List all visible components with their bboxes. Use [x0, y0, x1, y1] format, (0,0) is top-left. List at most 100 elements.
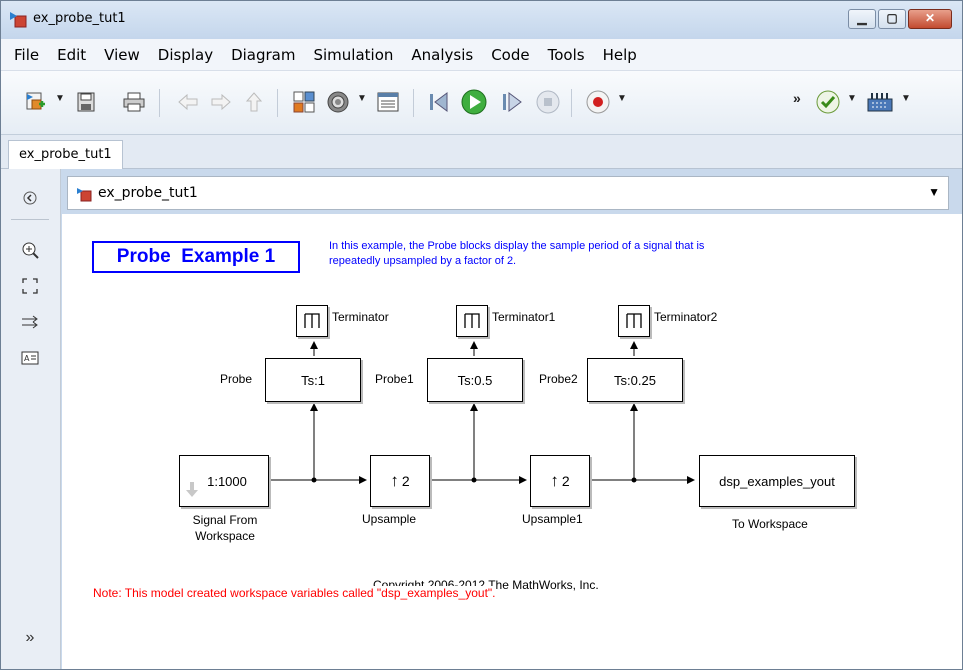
model-settings-button[interactable]	[323, 87, 353, 117]
library-browser-button[interactable]	[289, 87, 319, 117]
menu-analysis[interactable]: Analysis	[402, 46, 482, 64]
close-button[interactable]: ✕	[908, 9, 952, 29]
arrow-up-icon	[245, 92, 263, 112]
step-back-button[interactable]	[425, 87, 455, 117]
step-back-icon	[430, 92, 448, 112]
record-button[interactable]	[583, 87, 613, 117]
fit-to-view-icon	[22, 278, 38, 294]
probe1-label: Probe1	[375, 372, 414, 386]
back-button[interactable]	[173, 87, 203, 117]
maximize-button[interactable]: ▢	[878, 9, 906, 29]
to-workspace-block[interactable]: dsp_examples_yout	[699, 455, 855, 507]
simulink-model-icon	[77, 188, 92, 202]
toolbar-overflow-button[interactable]: »	[793, 90, 801, 106]
terminator1-block[interactable]	[456, 305, 488, 337]
terminator2-block[interactable]	[618, 305, 650, 337]
expand-palette-button[interactable]: »	[19, 627, 41, 649]
description-line-2: repeatedly upsampled by a factor of 2.	[329, 255, 517, 267]
probe1-block[interactable]: Ts:0.5	[427, 358, 523, 402]
terminator2-label: Terminator2	[654, 310, 718, 324]
to-workspace-value: dsp_examples_yout	[719, 473, 835, 489]
chevron-down-icon[interactable]: ▼	[617, 93, 627, 104]
upsample-block[interactable]: ↑ 2	[370, 455, 430, 507]
model-breadcrumb[interactable]: ex_probe_tut1 ▼	[67, 176, 949, 210]
chevron-down-icon[interactable]: ▼	[928, 185, 940, 199]
arrow-down-icon	[186, 482, 198, 497]
probe-value: Ts:1	[301, 372, 325, 388]
zoom-in-icon	[22, 242, 39, 259]
close-icon: ✕	[924, 11, 936, 25]
new-model-button[interactable]	[21, 87, 51, 117]
probe2-block[interactable]: Ts:0.25	[587, 358, 683, 402]
build-icon	[867, 93, 893, 112]
up-button[interactable]	[239, 87, 269, 117]
menu-edit[interactable]: Edit	[48, 46, 95, 64]
zoom-button[interactable]	[19, 239, 41, 261]
tab-ex-probe-tut1[interactable]: ex_probe_tut1	[8, 140, 123, 169]
arrow-left-icon	[178, 93, 198, 111]
model-canvas[interactable]: Probe Example 1 In this example, the Pro…	[62, 214, 962, 669]
model-advisor-button[interactable]	[813, 87, 843, 117]
terminator-block[interactable]	[296, 305, 328, 337]
signal-from-workspace-block[interactable]: 1:1000	[179, 455, 269, 507]
up-arrow-icon: ↑	[390, 471, 399, 490]
description-line-1: In this example, the Probe blocks displa…	[329, 240, 705, 252]
source-value: 1:1000	[207, 473, 247, 489]
probe2-value: Ts:0.25	[614, 372, 656, 388]
upsample-label: Upsample	[362, 512, 417, 526]
route-lines-button[interactable]	[19, 311, 41, 333]
annotation-button[interactable]: A	[19, 347, 41, 369]
menu-view[interactable]: View	[95, 46, 149, 64]
toolbar: ▼ ▼ ▼ » ▼ ▼	[1, 71, 962, 135]
check-circle-icon	[816, 90, 840, 114]
source-label-line-2: Workspace	[195, 529, 255, 543]
stop-button[interactable]	[533, 87, 563, 117]
library-browser-icon	[293, 91, 315, 113]
left-palette: A »	[1, 169, 61, 669]
new-model-icon	[26, 92, 45, 110]
step-forward-icon	[503, 92, 522, 112]
record-icon	[586, 90, 610, 114]
save-button[interactable]	[71, 87, 101, 117]
probe-label: Probe	[220, 372, 253, 386]
tab-bar: ex_probe_tut1	[1, 135, 962, 169]
forward-button[interactable]	[206, 87, 236, 117]
menu-simulation[interactable]: Simulation	[304, 46, 402, 64]
maximize-icon: ▢	[886, 11, 898, 25]
print-button[interactable]	[119, 87, 149, 117]
upsample-factor: 2	[401, 473, 410, 489]
minimize-icon: ▁	[857, 11, 867, 25]
breadcrumb-path: ex_probe_tut1	[98, 185, 198, 201]
menu-code[interactable]: Code	[482, 46, 538, 64]
title-bar[interactable]: ex_probe_tut1 ▁ ▢ ✕	[1, 1, 962, 39]
model-title-annotation[interactable]: Probe Example 1	[92, 241, 300, 273]
stop-icon	[536, 90, 560, 114]
fit-to-view-button[interactable]	[19, 275, 41, 297]
minimize-button[interactable]: ▁	[848, 9, 876, 29]
terminator-icon	[464, 313, 480, 328]
chevron-down-icon[interactable]: ▼	[901, 93, 911, 104]
signal-lines	[270, 341, 695, 484]
chevron-down-icon[interactable]: ▼	[847, 93, 857, 104]
menu-display[interactable]: Display	[149, 46, 222, 64]
model-explorer-icon	[377, 92, 399, 112]
probe-block[interactable]: Ts:1	[265, 358, 361, 402]
arrow-right-icon	[211, 93, 231, 111]
chevron-down-icon[interactable]: ▼	[357, 93, 367, 104]
step-forward-button[interactable]	[497, 87, 527, 117]
terminator-icon	[304, 313, 320, 328]
source-label-line-1: Signal From	[192, 513, 258, 527]
note-annotation: Note: This model created workspace varia…	[93, 586, 496, 600]
menu-diagram[interactable]: Diagram	[222, 46, 304, 64]
hide-browser-button[interactable]	[19, 187, 41, 209]
model-explorer-button[interactable]	[373, 87, 403, 117]
build-button[interactable]	[865, 87, 895, 117]
menu-help[interactable]: Help	[594, 46, 646, 64]
upsample1-block[interactable]: ↑ 2	[530, 455, 590, 507]
upsample1-factor: 2	[561, 473, 570, 489]
menu-file[interactable]: File	[5, 46, 48, 64]
annotation-icon: A	[21, 351, 39, 365]
run-button[interactable]	[459, 87, 489, 117]
chevron-down-icon[interactable]: ▼	[55, 93, 65, 104]
menu-tools[interactable]: Tools	[539, 46, 594, 64]
